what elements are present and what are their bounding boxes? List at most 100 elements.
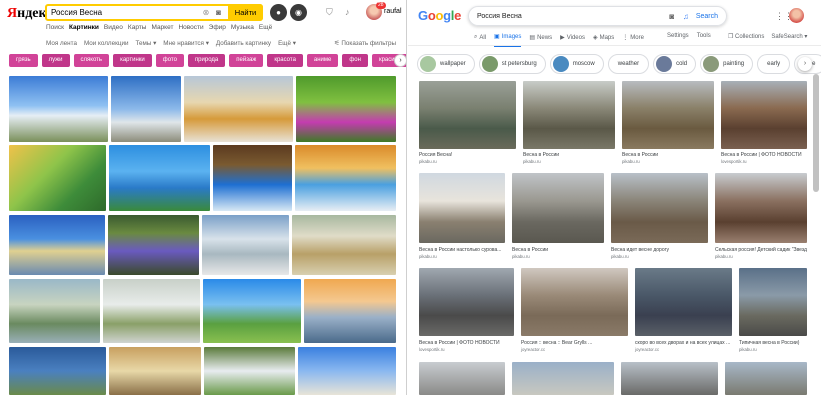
image-thumbnail[interactable]: [109, 145, 210, 211]
result-caption[interactable]: скоро во всех дворах и на всех улицах ..…: [635, 340, 732, 346]
image-result[interactable]: [715, 173, 807, 243]
result-source[interactable]: pikabu.ru: [419, 159, 437, 164]
image-result[interactable]: [635, 268, 732, 336]
image-result[interactable]: [622, 81, 714, 149]
result-source[interactable]: pikabu.ru: [622, 159, 640, 164]
result-source[interactable]: pikabu.ru: [512, 254, 530, 259]
result-caption[interactable]: Весна в России | ФОТО НОВОСТИ: [419, 340, 514, 346]
result-caption[interactable]: Весна идет весне дорогу: [611, 247, 708, 253]
google-search-input[interactable]: [469, 12, 665, 20]
result-source[interactable]: lovesportik.ru: [419, 347, 445, 352]
image-thumbnail[interactable]: [9, 215, 105, 275]
result-source[interactable]: pikabu.ru: [419, 254, 437, 259]
image-thumbnail[interactable]: [213, 145, 292, 211]
image-thumbnail[interactable]: [108, 215, 199, 275]
tag-chip[interactable]: фон: [342, 54, 368, 67]
result-caption[interactable]: Сельская россия! Детский садик "Звезд...: [715, 247, 807, 253]
image-thumbnail[interactable]: [9, 279, 100, 343]
image-thumbnail[interactable]: [9, 145, 106, 211]
result-caption[interactable]: Весна в России | ФОТО НОВОСТИ: [721, 152, 809, 158]
image-thumbnail[interactable]: [184, 76, 293, 142]
image-thumbnail[interactable]: [9, 76, 108, 142]
service-market[interactable]: Маркет: [151, 24, 173, 31]
tag-chip[interactable]: слякоть: [73, 54, 110, 67]
subnav-likes[interactable]: Мне нравится ▾: [163, 40, 209, 47]
image-result[interactable]: [419, 362, 505, 395]
clear-icon[interactable]: ⊗: [200, 7, 212, 19]
result-source[interactable]: pikabu.ru: [523, 159, 541, 164]
service-more[interactable]: Ещё: [259, 24, 272, 31]
user-name[interactable]: raufal: [384, 8, 402, 15]
image-result[interactable]: [621, 362, 718, 395]
image-thumbnail[interactable]: [292, 215, 396, 275]
tag-chip[interactable]: аниме: [306, 54, 339, 67]
image-result[interactable]: [739, 268, 807, 336]
image-result[interactable]: [611, 173, 708, 243]
tag-chip[interactable]: красота: [267, 54, 303, 67]
google-search-button[interactable]: Search: [693, 13, 726, 20]
image-thumbnail[interactable]: [295, 145, 396, 211]
service-maps[interactable]: Карты: [128, 24, 147, 31]
google-logo[interactable]: Google: [418, 8, 461, 23]
result-caption[interactable]: Типичная весна в России): [739, 340, 809, 346]
tag-chip[interactable]: природа: [187, 54, 226, 67]
microphone-icon[interactable]: ●: [270, 4, 287, 21]
result-source[interactable]: joyreactor.cc: [521, 347, 545, 352]
subnav-collections[interactable]: Мои коллекции: [84, 40, 129, 47]
chip-early[interactable]: early: [757, 54, 791, 74]
show-filters-button[interactable]: ⚟ Показать фильтры: [334, 40, 396, 47]
image-result[interactable]: [419, 268, 514, 336]
image-result[interactable]: [523, 81, 615, 149]
chip-st-petersburg[interactable]: st petersburg: [478, 54, 546, 74]
result-caption[interactable]: Весна в России настолько сурова...: [419, 247, 507, 253]
chip-cold[interactable]: cold: [653, 54, 697, 74]
chips-next-arrow[interactable]: ›: [798, 57, 812, 71]
image-result[interactable]: [419, 173, 505, 243]
image-result[interactable]: [419, 81, 516, 149]
image-result[interactable]: [512, 362, 614, 395]
chip-painting[interactable]: painting: [700, 54, 754, 74]
microphone-icon[interactable]: ♫: [679, 12, 693, 21]
subnav-more[interactable]: Ещё ▾: [278, 40, 296, 47]
tag-chip[interactable]: пейзаж: [229, 54, 264, 67]
tag-chip[interactable]: фото: [155, 54, 184, 67]
safesearch-toggle[interactable]: SafeSearch ▾: [771, 33, 807, 40]
bell-icon[interactable]: ♪: [345, 7, 350, 17]
result-source[interactable]: pikabu.ru: [611, 254, 629, 259]
service-news[interactable]: Новости: [178, 24, 203, 31]
shield-icon[interactable]: ⛉: [326, 7, 333, 18]
result-caption[interactable]: Весна в России: [622, 152, 714, 158]
subnav-my-feed[interactable]: Моя лента: [46, 40, 77, 47]
result-source[interactable]: pikabu.ru: [715, 254, 733, 259]
image-thumbnail[interactable]: [103, 279, 200, 343]
image-thumbnail[interactable]: [203, 279, 301, 343]
image-thumbnail[interactable]: [304, 279, 396, 343]
image-thumbnail[interactable]: [9, 347, 106, 395]
service-video[interactable]: Видео: [104, 24, 123, 31]
yandex-search-input[interactable]: [47, 8, 200, 17]
tags-next-arrow[interactable]: ›: [394, 54, 406, 67]
tag-chip[interactable]: грязь: [9, 54, 38, 67]
image-thumbnail[interactable]: [109, 347, 201, 395]
service-efir[interactable]: Эфир: [209, 24, 226, 31]
result-source[interactable]: joyreactor.cc: [635, 347, 659, 352]
service-search[interactable]: Поиск: [46, 24, 64, 31]
image-thumbnail[interactable]: [296, 76, 396, 142]
result-caption[interactable]: Весна в России: [512, 247, 604, 253]
tag-chip[interactable]: лужи: [41, 54, 70, 67]
image-result[interactable]: [725, 362, 807, 395]
result-caption[interactable]: Весна в России: [523, 152, 615, 158]
service-images[interactable]: Картинки: [69, 24, 99, 31]
result-source[interactable]: pikabu.ru: [739, 347, 757, 352]
yandex-search-button[interactable]: Найти: [228, 4, 263, 21]
image-result[interactable]: [521, 268, 628, 336]
scrollbar[interactable]: [813, 74, 819, 192]
image-thumbnail[interactable]: [202, 215, 289, 275]
collections-link[interactable]: ❐ Collections: [728, 33, 764, 40]
settings-link[interactable]: Settings: [667, 33, 689, 39]
tag-chip[interactable]: картинки: [113, 54, 152, 67]
image-result[interactable]: [721, 81, 807, 149]
image-thumbnail[interactable]: [111, 76, 181, 142]
subnav-topics[interactable]: Темы ▾: [135, 40, 156, 47]
avatar[interactable]: [789, 8, 804, 23]
